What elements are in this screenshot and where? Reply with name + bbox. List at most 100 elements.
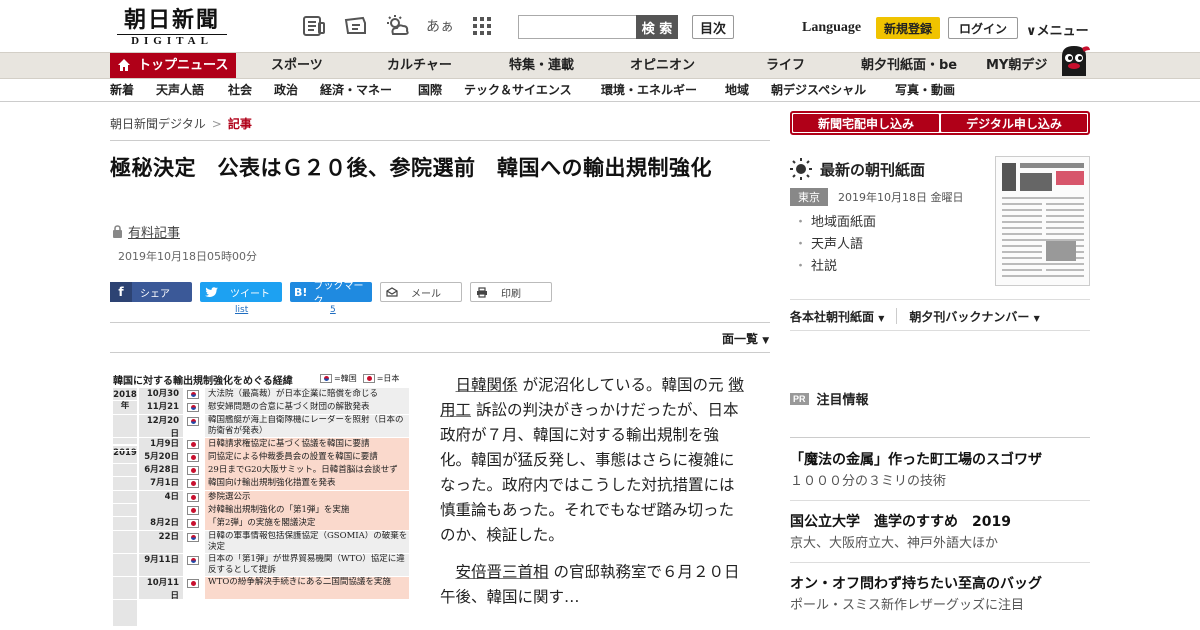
nav2-environment[interactable]: 環境・エネルギー [601,79,697,101]
divider [790,562,1090,563]
print-label: 印刷 [501,288,521,300]
figure-title: 韓国に対する輸出規制強化をめぐる経緯 [113,376,293,387]
promo-item[interactable]: 「魔法の金属」作った町工場のスゴワザ １０００分の３ミリの技術 [790,450,1090,492]
japan-flag-icon [187,506,199,516]
paper-link[interactable]: 地域面紙面 [794,212,876,234]
backnumber-link[interactable]: 朝夕刊バックナンバー ▼ [909,308,1039,325]
header-icon-group: あぁ [300,12,496,40]
weather-icon[interactable] [384,12,412,40]
language-link[interactable]: Language [802,20,861,36]
promo-item[interactable]: 国公立大学 進学のすすめ 2019 京大、大阪府立大、神戸外語大ほか [790,512,1090,554]
font-size-icon[interactable]: あぁ [426,12,454,40]
japan-flag-icon [187,519,199,529]
nav2-international[interactable]: 国際 [418,79,442,101]
page-list-dropdown[interactable]: 面一覧 ▼ [722,330,769,347]
signup-button[interactable]: 新規登録 [876,17,940,39]
timeline-date: 8月2日 [139,517,183,531]
nav-sports[interactable]: スポーツ [271,53,323,78]
timeline-row: 5月20日 同協定による仲裁委員会の設置を韓国に要請 [113,450,409,465]
timeline-row: 対韓輸出規制強化の「第1弾」を実施 [113,504,409,518]
article-date: 2019年10月18日05時00分 [118,250,257,263]
login-button[interactable]: ログイン [948,17,1018,39]
korea-flag-icon [187,403,199,413]
regional-paper-link[interactable]: 各本社朝刊紙面 ▼ [790,308,884,325]
korea-flag-icon [187,532,199,542]
hatena-count[interactable]: 5 [330,305,336,315]
hatena-bookmark-label: ブックマーク [313,281,364,307]
newspaper-icon[interactable] [300,12,328,40]
paid-article-badge[interactable]: 有料記事 [112,222,180,241]
twitter-count[interactable]: list [235,305,248,315]
divider [110,352,770,353]
nav2-photo-video[interactable]: 写真・動画 [895,79,955,101]
paper-link[interactable]: 社説 [794,256,876,278]
chevron-down-icon: ∨ [1026,24,1037,39]
timeline-date: 10月11日 [139,576,183,601]
grid-menu-icon[interactable] [468,12,496,40]
newspaper-front-image [996,157,1089,285]
latest-paper-heading[interactable]: 最新の朝刊紙面 [790,158,925,180]
breadcrumb-home[interactable]: 朝日新聞デジタル [110,117,206,131]
menu-button[interactable]: ∨メニュー [1026,20,1089,39]
region-tag[interactable]: 東京 [790,188,828,206]
nav2-special[interactable]: 朝デジスペシャル [771,79,866,101]
mascot-icon[interactable] [1056,42,1092,78]
keyword-link[interactable]: 安倍晋三首相 [456,563,549,581]
table-of-contents-button[interactable]: 目次 [692,15,734,39]
nav-print-edition[interactable]: 朝夕刊紙面・be [861,53,957,78]
logo-kanji: 朝日新聞 [123,7,220,33]
breadcrumb: 朝日新聞デジタル > 記事 [110,115,252,132]
hatena-bookmark-button[interactable]: B! ブックマーク [290,281,372,307]
japan-flag-icon [187,452,199,462]
font-size-glyph: あぁ [426,19,454,35]
paper-link[interactable]: 天声人語 [794,234,876,256]
twitter-share-button[interactable]: ツイート [200,282,282,302]
nav-features[interactable]: 特集・連載 [509,53,574,78]
paper-region: 東京 2019年10月18日 金曜日 [790,188,964,206]
nav2-region[interactable]: 地域 [725,79,749,101]
search-input[interactable] [518,15,636,39]
nav2-economy[interactable]: 経済・マネー [320,79,392,101]
asahi-logo[interactable]: 朝日新聞 DIGITAL [117,8,227,48]
nav-top-news[interactable]: トップニュース [110,53,236,78]
digital-subscribe-button[interactable]: デジタル申し込み [941,114,1087,132]
nav2-tech-science[interactable]: テック＆サイエンス [464,79,572,101]
body-text: 訴訟の判決がきっかけだったが、日本政府が７月、韓国に対する輸出規制を強化。韓国が… [440,401,739,544]
site-header: 朝日新聞 DIGITAL あぁ 検 索 目次 Language 新規登録 ログイ… [0,0,1200,52]
nav2-tenseijingo[interactable]: 天声人語 [156,79,204,101]
subscription-buttons: 新聞宅配申し込み デジタル申し込み [790,111,1090,135]
timeline-event: 大法院（最高裁）が日本企業に賠償を命じる [205,388,409,401]
body-text: が泥沼化している。韓国の元 [517,376,729,394]
mail-share-button[interactable]: メール [380,282,462,302]
nav-top-news-label: トップニュース [138,58,229,73]
figure-rows: 10月30日 大法院（最高裁）が日本企業に賠償を命じる 11月21日 慰安婦問題の合意… [113,388,409,601]
nav2-politics[interactable]: 政治 [274,79,298,101]
newspaper-thumbnail[interactable] [995,156,1090,286]
nav-life[interactable]: ライフ [766,53,805,78]
divider [790,330,1090,331]
promo-item[interactable]: オン・オフ問わず持ちたい至高のバッグ ポール・スミス新作レザーグッズに注目 [790,574,1090,616]
print-button[interactable]: 印刷 [470,282,552,302]
twitter-icon [200,282,222,302]
timeline-date: 6月28日 [139,464,183,478]
ticket-icon[interactable] [342,12,370,40]
nav2-latest[interactable]: 新着 [110,79,134,101]
divider [110,140,770,141]
body-paragraph: 日韓関係 が泥沼化している。韓国の元 徴用工 訴訟の判決がきっかけだったが、日本… [440,373,748,548]
timeline-row: 11月21日 慰安婦問題の合意に基づく財団の解散発表 [113,401,409,425]
timeline-date: 1月9日 [139,437,183,451]
nav-my-asahi[interactable]: MY朝デジ [986,53,1047,78]
promo-title: 「魔法の金属」作った町工場のスゴワザ [790,452,1042,468]
search-box: 検 索 [518,15,678,39]
nav-opinion[interactable]: オピニオン [630,53,695,78]
keyword-link[interactable]: 日韓関係 [456,376,518,394]
japan-flag-icon [187,439,199,449]
nav2-society[interactable]: 社会 [228,79,252,101]
nav-culture[interactable]: カルチャー [387,53,452,78]
facebook-share-button[interactable]: f シェア [110,282,192,302]
timeline-figure[interactable]: 韓国に対する輸出規制強化をめぐる経緯 =韓国 =日本 2018年 2019 10… [110,370,410,626]
search-button[interactable]: 検 索 [636,15,678,39]
timeline-row: 10月30日 大法院（最高裁）が日本企業に賠償を命じる [113,388,409,412]
home-delivery-button[interactable]: 新聞宅配申し込み [793,114,939,132]
timeline-row: 22日 日韓の軍事情報包括保護協定（GSOMIA）の破棄を決定 [113,530,409,554]
